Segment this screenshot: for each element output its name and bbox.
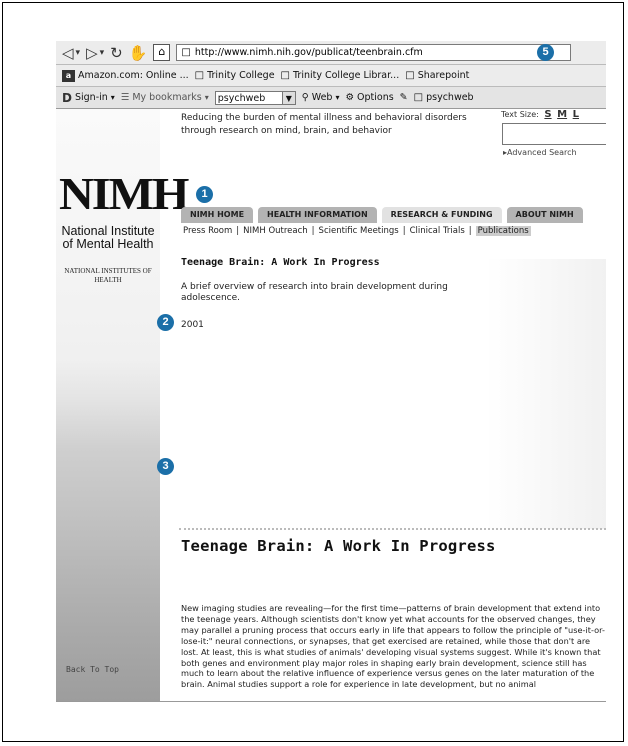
subnav-press-room[interactable]: Press Room [183, 226, 232, 236]
text-size-small[interactable]: S [544, 109, 551, 120]
chevron-down-icon: ▾ [204, 93, 209, 102]
article-heading: Teenage Brain: A Work In Progress [181, 537, 496, 555]
bookmark-icon: ☰ [120, 92, 130, 103]
options-icon: ⚙ [345, 92, 355, 103]
bookmark-label: Sharepoint [417, 70, 470, 81]
text-size-medium[interactable]: M [557, 109, 567, 120]
address-bar[interactable]: □ http://www.nimh.nih.gov/publicat/teenb… [176, 44, 572, 61]
toolbar-logo-icon: D [62, 90, 72, 105]
institute-name: National Institute of Mental Health [61, 224, 155, 251]
my-bookmarks-label: My bookmarks [132, 92, 202, 103]
search-input[interactable]: psychweb [214, 90, 283, 105]
web-page: NIMH National Institute of Mental Health… [56, 109, 606, 701]
subnav-publications[interactable]: Publications [475, 226, 531, 236]
chevron-down-icon: ▾ [110, 93, 115, 102]
subnav-clinical-trials[interactable]: Clinical Trials [410, 226, 465, 236]
bookmark-amazon[interactable]: a Amazon.com: Online ... [62, 69, 189, 82]
publication-description: A brief overview of research into brain … [181, 282, 448, 303]
left-sidebar: NIMH National Institute of Mental Health… [56, 109, 189, 701]
subnav-separator: | [311, 226, 315, 236]
options-label: Options [357, 92, 394, 103]
back-icon[interactable]: ◁ [62, 44, 74, 62]
page-icon: □ [194, 70, 205, 81]
decorative-background [486, 259, 606, 529]
tab-about-nimh[interactable]: ABOUT NIMH [506, 207, 583, 223]
text-size-control: Text Size: S M L [501, 109, 579, 120]
refresh-icon[interactable]: ↻ [110, 44, 123, 62]
my-bookmarks-button[interactable]: ☰ My bookmarks ▾ [121, 92, 209, 103]
forward-dropdown-icon[interactable]: ▾ [100, 48, 105, 58]
signin-label: Sign-in [74, 92, 108, 103]
psychweb-label: psychweb [426, 92, 474, 103]
highlight-button[interactable]: ✎ [400, 92, 408, 103]
subnav-nimh-outreach[interactable]: NIMH Outreach [243, 226, 308, 236]
signin-button[interactable]: D Sign-in ▾ [62, 91, 115, 105]
pen-icon: ✎ [399, 92, 408, 103]
callout-marker-5: 5 [537, 44, 554, 61]
callout-marker-3: 3 [157, 458, 174, 475]
web-label: Web [311, 92, 333, 103]
home-icon[interactable]: ⌂ [153, 44, 171, 61]
web-search-button[interactable]: ⚲ Web ▾ [302, 92, 340, 103]
search-dropdown-icon[interactable]: ▼ [281, 90, 296, 105]
publication-title: Teenage Brain: A Work In Progress [181, 257, 380, 268]
figure-frame: ◁ ▾ ▷ ▾ ↻ ✋ ⌂ □ http://www.nimh.nih.gov/… [2, 2, 624, 742]
bookmark-trinity-library[interactable]: □ Trinity College Librar... [281, 70, 400, 81]
sub-navigation: Press Room | NIMH Outreach | Scientific Meet… [183, 226, 606, 236]
search-toolbar: D Sign-in ▾ ☰ My bookmarks ▾ psychweb ▼ … [56, 87, 606, 109]
back-dropdown-icon[interactable]: ▾ [76, 48, 81, 58]
forward-icon[interactable]: ▷ [86, 44, 98, 62]
bookmark-sharepoint[interactable]: □ Sharepoint [405, 70, 469, 81]
bookmark-label: Trinity College [207, 70, 275, 81]
subnav-separator: | [468, 226, 472, 236]
parent-agency: NATIONAL INSTITUTES OF HEALTH [64, 267, 152, 284]
text-size-label: Text Size: [501, 110, 539, 119]
subnav-scientific-meetings[interactable]: Scientific Meetings [319, 226, 399, 236]
stop-icon[interactable]: ✋ [129, 44, 148, 62]
psychweb-button[interactable]: □ psychweb [414, 92, 474, 103]
chevron-down-icon: ▾ [335, 93, 340, 102]
article-body: New imaging studies are revealing—for th… [181, 603, 605, 690]
bookmarks-toolbar: a Amazon.com: Online ... □ Trinity Colle… [56, 65, 606, 87]
bookmark-label: Trinity College Librar... [293, 70, 400, 81]
browser-window: ◁ ▾ ▷ ▾ ↻ ✋ ⌂ □ http://www.nimh.nih.gov/… [56, 41, 606, 702]
navigation-toolbar: ◁ ▾ ▷ ▾ ↻ ✋ ⌂ □ http://www.nimh.nih.gov/… [56, 41, 606, 65]
page-icon: □ [413, 92, 424, 103]
advanced-search-link[interactable]: ▸Advanced Search [503, 148, 577, 157]
tab-health-information[interactable]: HEALTH INFORMATION [258, 207, 377, 223]
tab-research-funding[interactable]: RESEARCH & FUNDING [381, 207, 502, 223]
callout-marker-2: 2 [157, 314, 174, 331]
tab-nimh-home[interactable]: NIMH HOME [181, 207, 254, 223]
subnav-separator: | [236, 226, 240, 236]
amazon-icon: a [62, 69, 75, 82]
page-icon: □ [280, 70, 290, 81]
page-icon: □ [181, 47, 191, 58]
callout-marker-1: 1 [196, 186, 213, 203]
search-box[interactable]: psychweb ▼ [214, 90, 296, 105]
bookmark-label: Amazon.com: Online ... [78, 70, 189, 81]
bookmark-trinity-college[interactable]: □ Trinity College [195, 70, 275, 81]
main-nav-tabs: NIMH HOME HEALTH INFORMATION RESEARCH & … [181, 207, 588, 223]
address-bar-url: http://www.nimh.nih.gov/publicat/teenbra… [194, 47, 423, 58]
options-button[interactable]: ⚙ Options [345, 92, 393, 103]
back-to-top-link[interactable]: Back To Top [66, 665, 119, 674]
subnav-separator: | [402, 226, 406, 236]
site-search-input[interactable] [502, 123, 606, 145]
nimh-logo[interactable]: NIMH [59, 171, 190, 217]
text-size-large[interactable]: L [573, 109, 579, 120]
site-tagline: Reducing the burden of mental illness an… [181, 113, 467, 136]
search-icon: ⚲ [301, 92, 309, 103]
publication-year: 2001 [181, 320, 204, 330]
page-icon: □ [405, 70, 415, 81]
dotted-divider [179, 528, 606, 530]
